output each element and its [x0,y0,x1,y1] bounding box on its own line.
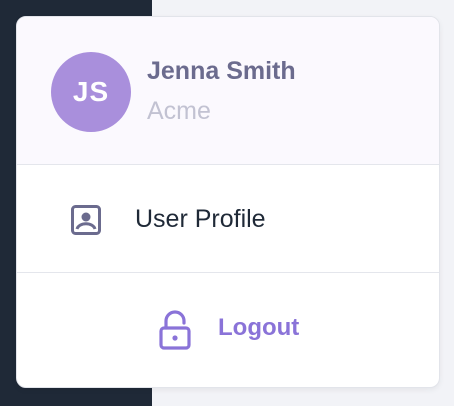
menu-item-label: User Profile [135,205,266,233]
user-menu-header: JS Jenna Smith Acme [17,17,439,165]
user-name: Jenna Smith [147,57,296,85]
unlock-icon [159,310,193,350]
menu-item-logout[interactable]: Logout [17,273,439,387]
user-profile-icon [71,205,101,235]
user-organization: Acme [147,97,211,125]
avatar-initials: JS [72,76,110,107]
menu-item-user-profile[interactable]: User Profile [17,165,439,273]
user-menu-dropdown: JS Jenna Smith Acme User Profile Logout [16,16,440,388]
avatar: JS [51,52,131,132]
menu-item-label: Logout [218,314,300,341]
